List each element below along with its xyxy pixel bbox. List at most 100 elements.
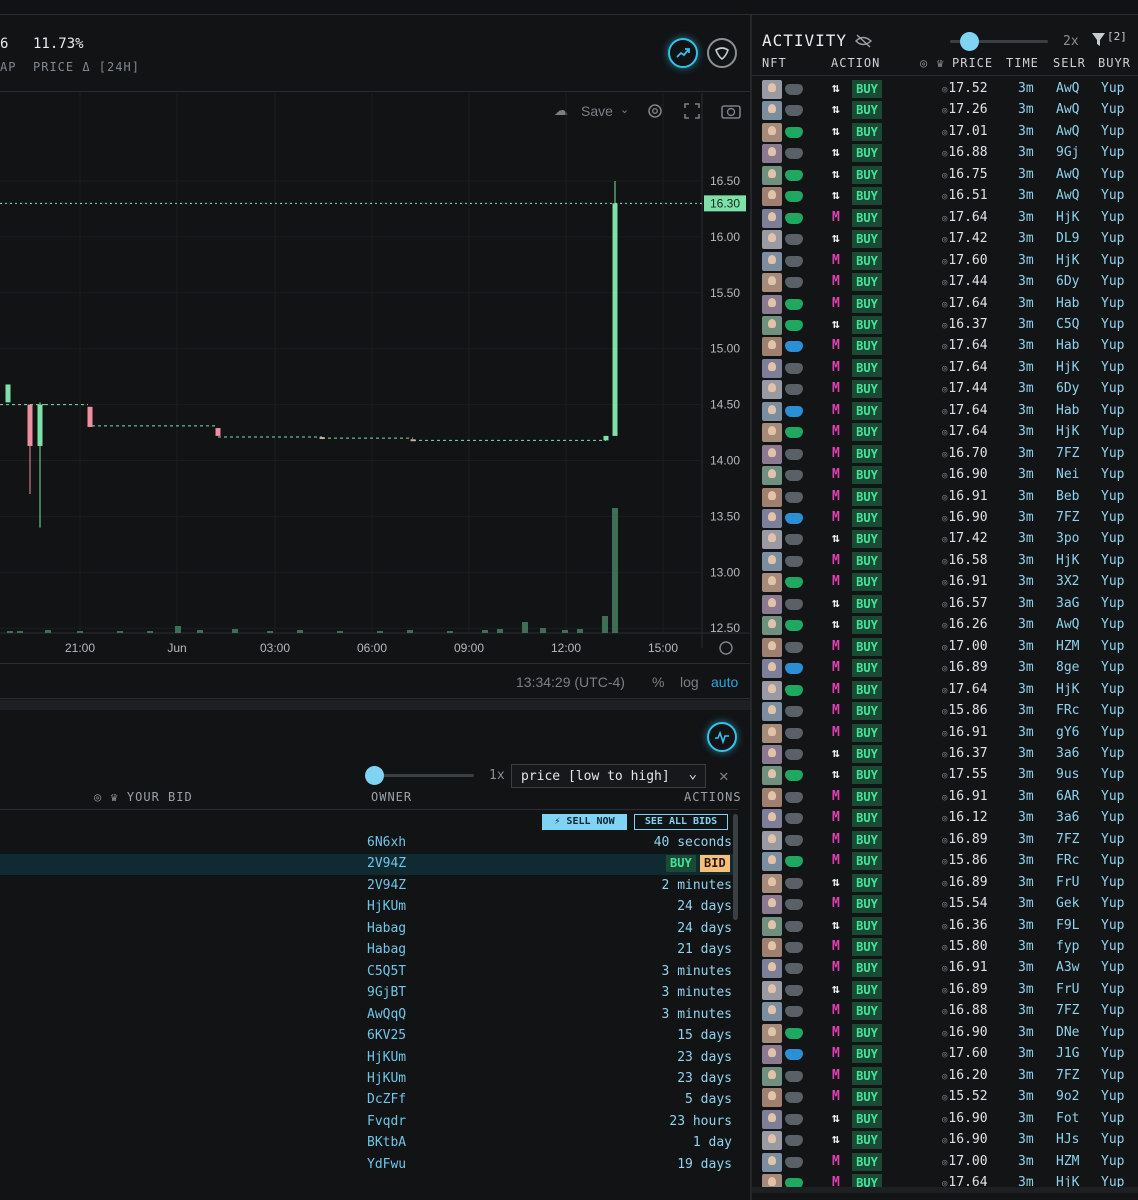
activity-row[interactable]: M BUY 16.70 3m 7FZ Yup — [752, 444, 1138, 465]
bid-owner[interactable]: 2V94Z — [367, 856, 406, 871]
activity-row[interactable]: ⇅ BUY 17.01 3m AwQ Yup — [752, 122, 1138, 143]
activity-row[interactable]: M BUY 17.44 3m 6Dy Yup — [752, 379, 1138, 400]
activity-row[interactable]: M BUY 17.00 3m HZM Yup — [752, 637, 1138, 658]
nft-avatar[interactable] — [762, 208, 782, 228]
candle-body[interactable] — [27, 404, 33, 446]
nft-avatar[interactable] — [762, 530, 782, 550]
activity-row[interactable]: ⇅ BUY 16.90 3m HJs Yup — [752, 1130, 1138, 1151]
buyer-address[interactable]: Yup — [1101, 982, 1124, 997]
seller-address[interactable]: A3w — [1056, 960, 1079, 975]
nft-avatar[interactable] — [762, 315, 782, 335]
nft-avatar[interactable] — [762, 1045, 782, 1065]
bid-row[interactable]: YdFwu 19 days — [0, 1155, 735, 1176]
seller-address[interactable]: AwQ — [1056, 81, 1079, 96]
seller-address[interactable]: 3a6 — [1056, 746, 1079, 761]
buyer-address[interactable]: Yup — [1101, 81, 1124, 96]
nft-avatar[interactable] — [762, 1152, 782, 1172]
bid-row[interactable]: BKtbA 1 day — [0, 1133, 735, 1154]
seller-address[interactable]: HjK — [1056, 682, 1079, 697]
activity-row[interactable]: M BUY 16.88 3m 7FZ Yup — [752, 1001, 1138, 1022]
buyer-address[interactable]: Yup — [1101, 703, 1124, 718]
nft-avatar[interactable] — [762, 1023, 782, 1043]
nft-avatar[interactable] — [762, 723, 782, 743]
buyer-address[interactable]: Yup — [1101, 403, 1124, 418]
nft-avatar[interactable] — [762, 916, 782, 936]
bid-owner[interactable]: 6KV25 — [367, 1028, 406, 1043]
buyer-address[interactable]: Yup — [1101, 939, 1124, 954]
buyer-address[interactable]: Yup — [1101, 767, 1124, 782]
buyer-address[interactable]: Yup — [1101, 660, 1124, 675]
seller-address[interactable]: 6AR — [1056, 789, 1079, 804]
filter-icon[interactable] — [1091, 32, 1106, 47]
nft-avatar[interactable] — [762, 551, 782, 571]
bid-owner[interactable]: 6N6xh — [367, 835, 406, 850]
nft-avatar[interactable] — [762, 1066, 782, 1086]
bid-row-buy-button[interactable]: BUY — [666, 855, 696, 873]
candle-body[interactable] — [603, 435, 609, 441]
buyer-address[interactable]: Yup — [1101, 424, 1124, 439]
seller-address[interactable]: C5Q — [1056, 317, 1079, 332]
bid-row[interactable]: 6KV25 15 days — [0, 1026, 735, 1047]
buyer-address[interactable]: Yup — [1101, 875, 1124, 890]
nft-avatar[interactable] — [762, 980, 782, 1000]
activity-row[interactable]: M BUY 15.86 3m FRc Yup — [752, 851, 1138, 872]
seller-address[interactable]: Nei — [1056, 467, 1079, 482]
buyer-address[interactable]: Yup — [1101, 639, 1124, 654]
nft-avatar[interactable] — [762, 873, 782, 893]
seller-address[interactable]: AwQ — [1056, 167, 1079, 182]
bid-row[interactable]: DcZFf 5 days — [0, 1090, 735, 1111]
activity-row[interactable]: M BUY 16.91 3m 3X2 Yup — [752, 572, 1138, 593]
seller-address[interactable]: HZM — [1056, 639, 1079, 654]
bid-owner[interactable]: Habag — [367, 942, 406, 957]
activity-row[interactable]: ⇅ BUY 16.26 3m AwQ Yup — [752, 615, 1138, 636]
seller-address[interactable]: 7FZ — [1056, 1068, 1079, 1083]
buyer-address[interactable]: Yup — [1101, 553, 1124, 568]
nft-avatar[interactable] — [762, 251, 782, 271]
buyer-address[interactable]: Yup — [1101, 960, 1124, 975]
seller-address[interactable]: HjK — [1056, 424, 1079, 439]
buyer-address[interactable]: Yup — [1101, 467, 1124, 482]
bid-row[interactable]: Habag 24 days — [0, 919, 735, 940]
floor-chart-toggle-button[interactable] — [707, 38, 737, 68]
buyer-address[interactable]: Yup — [1101, 102, 1124, 117]
nft-avatar[interactable] — [762, 101, 782, 121]
activity-row[interactable]: M BUY 17.60 3m HjK Yup — [752, 251, 1138, 272]
seller-address[interactable]: AwQ — [1056, 124, 1079, 139]
activity-row[interactable]: M BUY 17.60 3m J1G Yup — [752, 1044, 1138, 1065]
bid-row[interactable]: 2V94Z BUY BID — [0, 854, 735, 876]
seller-address[interactable]: 3X2 — [1056, 574, 1079, 589]
buyer-address[interactable]: Yup — [1101, 338, 1124, 353]
buyer-address[interactable]: Yup — [1101, 274, 1124, 289]
nft-avatar[interactable] — [762, 616, 782, 636]
clear-sort-close-icon[interactable]: ✕ — [719, 766, 729, 785]
seller-address[interactable]: F9L — [1056, 918, 1079, 933]
seller-address[interactable]: DL9 — [1056, 231, 1079, 246]
buyer-address[interactable]: Yup — [1101, 1046, 1124, 1061]
activity-row[interactable]: M BUY 16.20 3m 7FZ Yup — [752, 1066, 1138, 1087]
bid-owner[interactable]: HjKUm — [367, 1050, 406, 1065]
bid-row[interactable]: 6N6xh 40 seconds — [0, 833, 735, 854]
seller-address[interactable]: FrU — [1056, 875, 1079, 890]
seller-address[interactable]: DNe — [1056, 1025, 1079, 1040]
activity-row[interactable]: ⇅ BUY 16.75 3m AwQ Yup — [752, 165, 1138, 186]
seller-address[interactable]: HjK — [1056, 210, 1079, 225]
seller-address[interactable]: FrU — [1056, 982, 1079, 997]
seller-address[interactable]: Gek — [1056, 896, 1079, 911]
activity-row[interactable]: M BUY 17.64 3m Hab Yup — [752, 401, 1138, 422]
nft-avatar[interactable] — [762, 466, 782, 486]
bids-scrollbar[interactable] — [733, 814, 738, 920]
buyer-address[interactable]: Yup — [1101, 296, 1124, 311]
bid-owner[interactable]: HjKUm — [367, 1071, 406, 1086]
buyer-address[interactable]: Yup — [1101, 124, 1124, 139]
activity-row[interactable]: ⇅ BUY 16.37 3m 3a6 Yup — [752, 744, 1138, 765]
buyer-address[interactable]: Yup — [1101, 617, 1124, 632]
buyer-address[interactable]: Yup — [1101, 1068, 1124, 1083]
activity-row[interactable]: ⇅ BUY 17.26 3m AwQ Yup — [752, 100, 1138, 121]
activity-row[interactable]: M BUY 15.54 3m Gek Yup — [752, 894, 1138, 915]
bid-row-bid-button[interactable]: BID — [700, 855, 730, 873]
activity-row[interactable]: M BUY 16.91 3m Beb Yup — [752, 487, 1138, 508]
activity-row[interactable]: M BUY 17.64 3m HjK Yup — [752, 422, 1138, 443]
activity-row[interactable]: ⇅ BUY 16.89 3m FrU Yup — [752, 873, 1138, 894]
activity-row[interactable]: M BUY 17.64 3m HjK Yup — [752, 208, 1138, 229]
seller-address[interactable]: J1G — [1056, 1046, 1079, 1061]
